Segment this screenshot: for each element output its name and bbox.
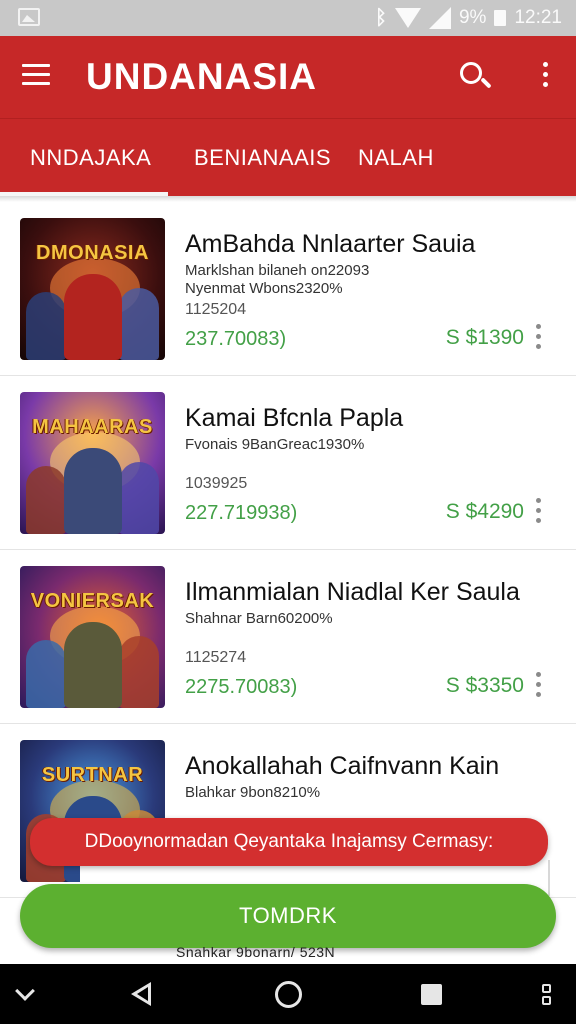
- wifi-icon: [394, 8, 421, 28]
- home-circle-icon[interactable]: [275, 981, 302, 1008]
- list-item[interactable]: VONIERSAK Ilmanmialan Niadlal Ker Saula …: [0, 550, 576, 724]
- item-more-icon[interactable]: [536, 498, 542, 528]
- system-nav-bar: [0, 964, 576, 1024]
- item-subtitle-line-1: Shahnar Barn60200%: [185, 610, 333, 627]
- item-value: 237.70083): [185, 328, 287, 350]
- item-title: Ilmanmialan Niadlal Ker Saula: [185, 578, 520, 606]
- search-icon[interactable]: [458, 60, 492, 94]
- item-subtitle: Fvonais 9BanGreac1930%: [185, 436, 364, 454]
- item-title: Kamai Bfcnla Papla: [185, 404, 404, 432]
- tab-bar: NNDAJAKA BENIANAAIS NALAH: [0, 118, 576, 196]
- item-price: S $4290: [445, 500, 524, 523]
- item-price: S $3350: [445, 674, 524, 697]
- item-code: 1125274: [185, 649, 247, 666]
- item-subtitle-line-1: Fvonais 9BanGreac1930%: [185, 436, 365, 453]
- item-subtitle: Shahnar Barn60200%: [185, 610, 333, 628]
- thumbnail-logo-text: MAHAARAS: [32, 416, 153, 438]
- primary-action-button[interactable]: TOMDRK: [20, 884, 556, 948]
- item-subtitle-line-1: Blahkar 9bon8210%: [185, 784, 321, 801]
- list-item[interactable]: DMONASIA AmBahda Nnlaarter Sauia Marklsh…: [0, 202, 576, 376]
- status-bar: ᛒ 9% 12:21: [0, 0, 576, 36]
- item-more-icon[interactable]: [536, 324, 542, 354]
- game-thumbnail: DMONASIA: [20, 218, 165, 360]
- item-subtitle-line-2: Nyenmat Wbons2320%: [185, 280, 343, 297]
- item-code: 1125204: [185, 301, 247, 318]
- split-screen-icon[interactable]: [542, 984, 554, 1008]
- item-value: 2275.70083): [185, 676, 298, 698]
- hamburger-icon[interactable]: [22, 64, 52, 88]
- snackbar: DDooynormadan Qeyantaka Inajamsy Cermasy…: [30, 818, 548, 866]
- signal-icon: [428, 7, 451, 29]
- peek-text: Snahkar 9bonarn/ 523N: [176, 944, 336, 960]
- app-bar: UNDANASIA: [0, 36, 576, 118]
- game-list: DMONASIA AmBahda Nnlaarter Sauia Marklsh…: [0, 202, 576, 898]
- item-subtitle: Marklshan bilaneh on22093 Nyenmat Wbons2…: [185, 262, 369, 298]
- item-title: AmBahda Nnlaarter Sauia: [185, 230, 476, 258]
- item-subtitle-line-1: Marklshan bilaneh on22093: [185, 262, 370, 279]
- tab-benianaais[interactable]: BENIANAAIS: [194, 119, 331, 197]
- app-title: UNDANASIA: [86, 56, 317, 97]
- chevron-down-icon[interactable]: [15, 981, 35, 1001]
- back-triangle-inner: [137, 987, 148, 1001]
- thumbnail-logo-text: SURTNAR: [41, 764, 144, 786]
- tab-nndajaka[interactable]: NNDAJAKA: [30, 119, 151, 197]
- item-more-icon[interactable]: [536, 672, 542, 702]
- game-thumbnail: VONIERSAK: [20, 566, 165, 708]
- clock: 12:21: [514, 7, 562, 28]
- item-title: Anokallahah Caifnvann Kain: [185, 752, 500, 780]
- battery-percent: 9%: [458, 7, 487, 28]
- game-thumbnail: MAHAARAS: [20, 392, 165, 534]
- thumbnail-logo-text: DMONASIA: [36, 242, 149, 264]
- list-item[interactable]: MAHAARAS Kamai Bfcnla Papla Fvonais 9Ban…: [0, 376, 576, 550]
- image-notification-icon: [18, 8, 40, 26]
- item-subtitle: Blahkar 9bon8210%: [185, 784, 320, 802]
- item-value: 227.719938): [185, 502, 298, 524]
- status-icons: ᛒ 9% 12:21: [375, 5, 562, 31]
- tab-nalah[interactable]: NALAH: [358, 119, 434, 197]
- recents-square-icon[interactable]: [421, 984, 442, 1005]
- thumbnail-logo-text: VONIERSAK: [30, 590, 155, 612]
- bluetooth-icon: ᛒ: [374, 6, 387, 29]
- battery-icon: [494, 10, 507, 26]
- item-price: S $1390: [445, 326, 524, 349]
- item-code: 1039925: [185, 475, 248, 492]
- more-vert-icon[interactable]: [540, 62, 550, 92]
